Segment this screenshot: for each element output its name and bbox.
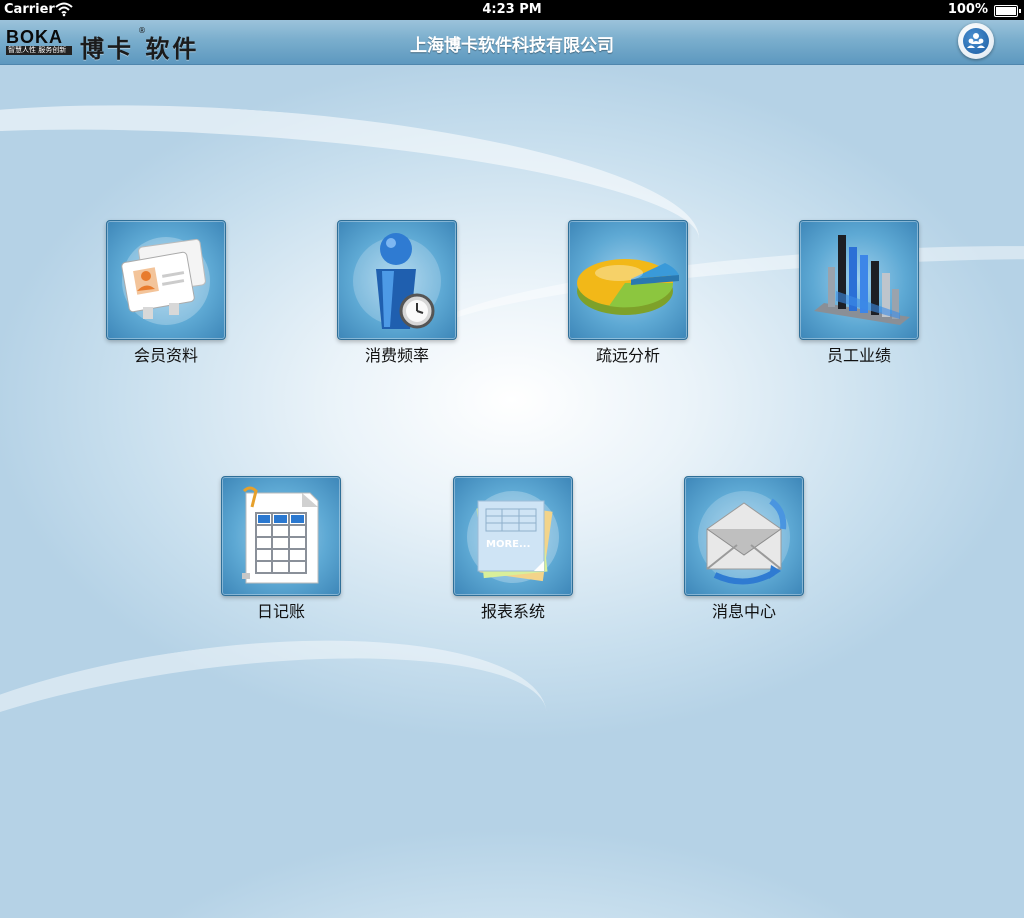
launcher-item-journal[interactable]: 日记账: [201, 476, 361, 626]
bar-chart-icon: [799, 220, 919, 340]
launcher-item-label: 消费频率: [364, 346, 429, 365]
launcher-item-members[interactable]: 会员资料: [86, 220, 246, 370]
page-title: 上海博卡软件科技有限公司: [410, 36, 614, 56]
reports-icon: MORE...: [453, 476, 573, 596]
clock: 4:23 PM: [482, 2, 542, 17]
user-button[interactable]: [958, 23, 994, 59]
person-clock-icon: [337, 220, 457, 340]
users-icon: [963, 28, 989, 54]
background-swoosh: [0, 602, 562, 918]
launcher-item-reports[interactable]: MORE... 报表系统: [433, 476, 593, 626]
app-header: BOKA 智慧人性 服务创新 博卡 软件 ® 上海博卡软件科技有限公司: [0, 20, 1024, 65]
battery-percent: 100%: [947, 2, 988, 17]
launcher-item-staff-performance[interactable]: 员工业绩: [779, 220, 939, 370]
status-bar: Carrier 4:23 PM 100%: [0, 0, 1024, 20]
member-card-icon: [106, 220, 226, 340]
launcher-item-label: 报表系统: [480, 602, 545, 621]
launcher-item-label: 消息中心: [711, 602, 776, 621]
launcher-item-label: 会员资料: [133, 346, 198, 365]
launcher-item-label: 日记账: [256, 602, 305, 621]
launcher-item-messages[interactable]: 消息中心: [664, 476, 824, 626]
more-badge: MORE...: [486, 539, 530, 550]
launcher-item-churn-analysis[interactable]: 疏远分析: [548, 220, 708, 370]
ledger-icon: [221, 476, 341, 596]
pie-chart-icon: [568, 220, 688, 340]
envelope-icon: [684, 476, 804, 596]
launcher-item-label: 疏远分析: [595, 346, 660, 365]
launcher-item-frequency[interactable]: 消费频率: [317, 220, 477, 370]
battery-icon: [994, 5, 1021, 17]
launcher-item-label: 员工业绩: [826, 346, 891, 365]
